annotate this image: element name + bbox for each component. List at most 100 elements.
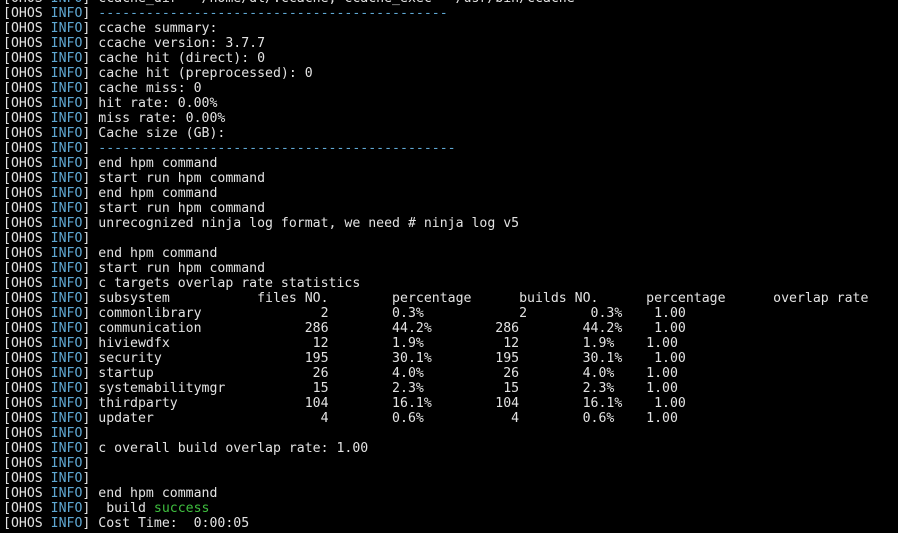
log-line: [OHOS INFO] updater 4 0.6% 4 0.6% 1.00 bbox=[3, 411, 898, 426]
log-level-info: INFO bbox=[50, 411, 83, 426]
log-prefix-open: [OHOS bbox=[3, 171, 51, 186]
log-prefix-open: [OHOS bbox=[3, 486, 51, 501]
log-message: miss rate: 0.00% bbox=[98, 111, 226, 126]
log-line: [OHOS INFO] subsystem files NO. percenta… bbox=[3, 291, 898, 306]
log-level-info: INFO bbox=[50, 126, 83, 141]
log-level-info: INFO bbox=[50, 111, 83, 126]
log-prefix-close: ] bbox=[82, 471, 99, 486]
log-line: [OHOS INFO] ccache summary: bbox=[3, 21, 898, 36]
log-prefix-open: [OHOS bbox=[3, 216, 51, 231]
log-level-info: INFO bbox=[50, 51, 83, 66]
log-prefix-open: [OHOS bbox=[3, 411, 51, 426]
log-prefix: [OHOS INFO] bbox=[3, 321, 98, 336]
log-prefix-close: ] bbox=[82, 126, 99, 141]
log-prefix: [OHOS INFO] bbox=[3, 411, 98, 426]
log-line: [OHOS INFO] build success bbox=[3, 501, 898, 516]
log-prefix-close: ] bbox=[82, 456, 99, 471]
log-prefix-open: [OHOS bbox=[3, 306, 51, 321]
log-prefix-close: ] bbox=[82, 261, 99, 276]
log-message: hit rate: 0.00% bbox=[98, 96, 218, 111]
log-line: [OHOS INFO] start run hpm command bbox=[3, 171, 898, 186]
log-line: [OHOS INFO] thirdparty 104 16.1% 104 16.… bbox=[3, 396, 898, 411]
log-line: [OHOS INFO] end hpm command bbox=[3, 186, 898, 201]
log-prefix-close: ] bbox=[82, 501, 99, 516]
log-prefix-close: ] bbox=[82, 21, 99, 36]
log-prefix-close: ] bbox=[82, 156, 99, 171]
log-prefix-close: ] bbox=[82, 396, 99, 411]
log-level-info: INFO bbox=[50, 276, 83, 291]
log-level-info: INFO bbox=[50, 6, 83, 21]
log-prefix-close: ] bbox=[82, 441, 99, 456]
log-prefix-close: ] bbox=[82, 381, 99, 396]
log-level-info: INFO bbox=[50, 306, 83, 321]
build-status-success: success bbox=[153, 501, 210, 516]
log-line: [OHOS INFO] miss rate: 0.00% bbox=[3, 111, 898, 126]
log-message: build bbox=[98, 501, 154, 516]
log-prefix-open: [OHOS bbox=[3, 246, 51, 261]
log-message: end hpm command bbox=[98, 246, 218, 261]
log-prefix-close: ] bbox=[82, 366, 99, 381]
log-prefix-open: [OHOS bbox=[3, 66, 51, 81]
log-message: ccache version: 3.7.7 bbox=[98, 36, 266, 51]
log-prefix-close: ] bbox=[82, 186, 99, 201]
log-message: end hpm command bbox=[98, 186, 218, 201]
log-message: startup 26 4.0% 26 4.0% 1.00 bbox=[98, 366, 678, 381]
log-prefix-close: ] bbox=[82, 516, 99, 531]
log-prefix-open: [OHOS bbox=[3, 51, 51, 66]
log-prefix-open: [OHOS bbox=[3, 156, 51, 171]
log-prefix-open: [OHOS bbox=[3, 96, 51, 111]
log-prefix: [OHOS INFO] bbox=[3, 246, 98, 261]
log-level-info: INFO bbox=[50, 171, 83, 186]
log-line: [OHOS INFO] bbox=[3, 426, 898, 441]
log-prefix: [OHOS INFO] bbox=[3, 96, 98, 111]
log-prefix: [OHOS INFO] bbox=[3, 126, 98, 141]
log-prefix-close: ] bbox=[82, 171, 99, 186]
log-prefix: [OHOS INFO] bbox=[3, 366, 98, 381]
log-line: [OHOS INFO] ----------------------------… bbox=[3, 6, 898, 21]
log-prefix-close: ] bbox=[82, 36, 99, 51]
log-line: [OHOS INFO] end hpm command bbox=[3, 246, 898, 261]
log-level-info: INFO bbox=[50, 366, 83, 381]
log-level-info: INFO bbox=[50, 486, 83, 501]
log-prefix-open: [OHOS bbox=[3, 36, 51, 51]
log-line: [OHOS INFO] communication 286 44.2% 286 … bbox=[3, 321, 898, 336]
log-prefix: [OHOS INFO] bbox=[3, 291, 98, 306]
log-prefix-close: ] bbox=[82, 201, 99, 216]
log-prefix-open: [OHOS bbox=[3, 321, 51, 336]
log-prefix-open: [OHOS bbox=[3, 6, 51, 21]
separator-line: ----------------------------------------… bbox=[98, 6, 448, 21]
log-prefix: [OHOS INFO] bbox=[3, 51, 98, 66]
log-prefix-close: ] bbox=[82, 336, 99, 351]
log-prefix-open: [OHOS bbox=[3, 381, 51, 396]
log-message: security 195 30.1% 195 30.1% 1.00 bbox=[98, 351, 686, 366]
log-message: ccache summary: bbox=[98, 21, 218, 36]
log-level-info: INFO bbox=[50, 381, 83, 396]
log-level-info: INFO bbox=[50, 246, 83, 261]
log-prefix: [OHOS INFO] bbox=[3, 516, 98, 531]
log-prefix-open: [OHOS bbox=[3, 231, 51, 246]
log-prefix-open: [OHOS bbox=[3, 516, 51, 531]
log-message: end hpm command bbox=[98, 156, 218, 171]
log-message: c targets overlap rate statistics bbox=[98, 276, 361, 291]
log-message: cache hit (preprocessed): 0 bbox=[98, 66, 313, 81]
log-prefix-open: [OHOS bbox=[3, 501, 51, 516]
log-line: [OHOS INFO] cache hit (direct): 0 bbox=[3, 51, 898, 66]
log-prefix-open: [OHOS bbox=[3, 441, 51, 456]
log-level-info: INFO bbox=[50, 201, 83, 216]
log-level-info: INFO bbox=[50, 216, 83, 231]
log-message: commonlibrary 2 0.3% 2 0.3% 1.00 bbox=[98, 306, 686, 321]
log-prefix-close: ] bbox=[82, 426, 99, 441]
log-prefix-open: [OHOS bbox=[3, 426, 51, 441]
log-prefix: [OHOS INFO] bbox=[3, 276, 98, 291]
log-prefix-close: ] bbox=[82, 51, 99, 66]
log-prefix-close: ] bbox=[82, 216, 99, 231]
log-line: [OHOS INFO] start run hpm command bbox=[3, 261, 898, 276]
log-prefix: [OHOS INFO] bbox=[3, 426, 98, 441]
log-level-info: INFO bbox=[50, 141, 83, 156]
log-prefix-open: [OHOS bbox=[3, 276, 51, 291]
log-prefix-close: ] bbox=[82, 96, 99, 111]
log-prefix: [OHOS INFO] bbox=[3, 261, 98, 276]
log-level-info: INFO bbox=[50, 21, 83, 36]
log-prefix-close: ] bbox=[82, 231, 99, 246]
log-prefix-close: ] bbox=[82, 291, 99, 306]
